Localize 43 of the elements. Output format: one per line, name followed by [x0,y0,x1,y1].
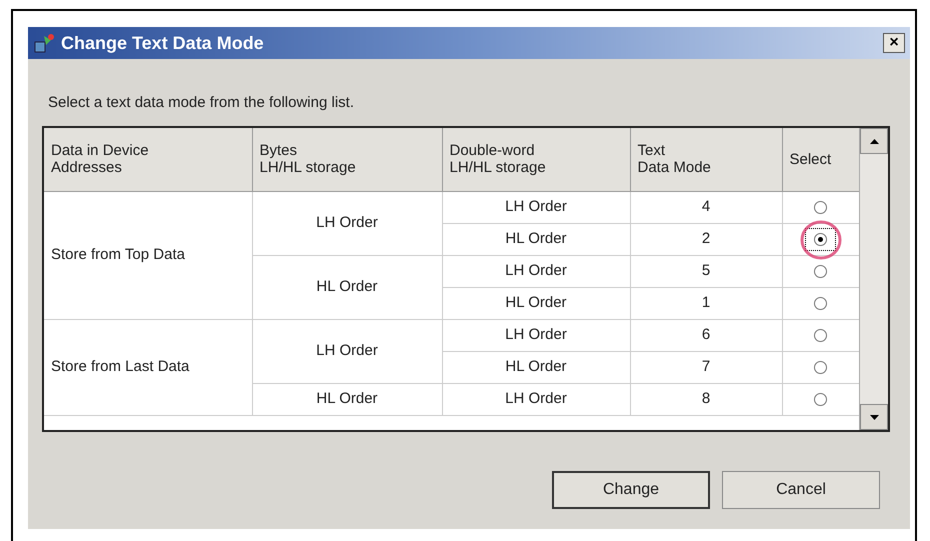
cancel-button[interactable]: Cancel [722,471,880,509]
down-arrow-icon [870,414,878,420]
table-cell: HL Order [252,255,442,319]
table-cell: 6 [630,319,782,351]
scrollbar[interactable] [859,128,888,430]
table-cell: LH Order [252,191,442,255]
table-cell: HL Order [442,287,630,319]
radio-button[interactable] [814,264,828,278]
radio-button[interactable] [814,232,828,246]
radio-button[interactable] [814,328,828,342]
radio-button[interactable] [814,360,828,374]
table-cell: 2 [630,223,782,255]
change-button[interactable]: Change [552,471,710,509]
radio-button[interactable] [814,296,828,310]
scroll-down-button[interactable] [860,404,888,430]
table-cell: HL Order [442,223,630,255]
column-header[interactable]: Double-word LH/HL storage [442,128,630,191]
table-cell: 4 [630,191,782,223]
table-cell: Store from Top Data [44,191,252,319]
instruction-text: Select a text data mode from the following list. [48,94,355,112]
column-header[interactable]: Data in Device Addresses [44,128,252,191]
column-header[interactable]: Bytes LH/HL storage [252,128,442,191]
table-cell: 7 [630,351,782,383]
annotation-circle [800,220,842,260]
table-cell: 8 [630,383,782,415]
table-cell: LH Order [252,319,442,383]
table-cell: LH Order [442,383,630,415]
window-title: Change Text Data Mode [61,32,265,55]
radio-button[interactable] [814,200,828,214]
table-cell: HL Order [442,351,630,383]
table-cell: Store from Last Data [44,319,252,415]
table-cell: 5 [630,255,782,287]
radio-button[interactable] [814,392,828,406]
table-cell: LH Order [442,191,630,223]
scroll-up-button[interactable] [860,128,888,154]
table-cell: HL Order [252,383,442,415]
up-arrow-icon [870,138,878,144]
app-icon [33,32,57,54]
table-cell: LH Order [442,255,630,287]
close-button[interactable]: × [883,33,905,53]
table-cell: 1 [630,287,782,319]
table-cell: LH Order [442,319,630,351]
column-header[interactable]: Text Data Mode [630,128,782,191]
